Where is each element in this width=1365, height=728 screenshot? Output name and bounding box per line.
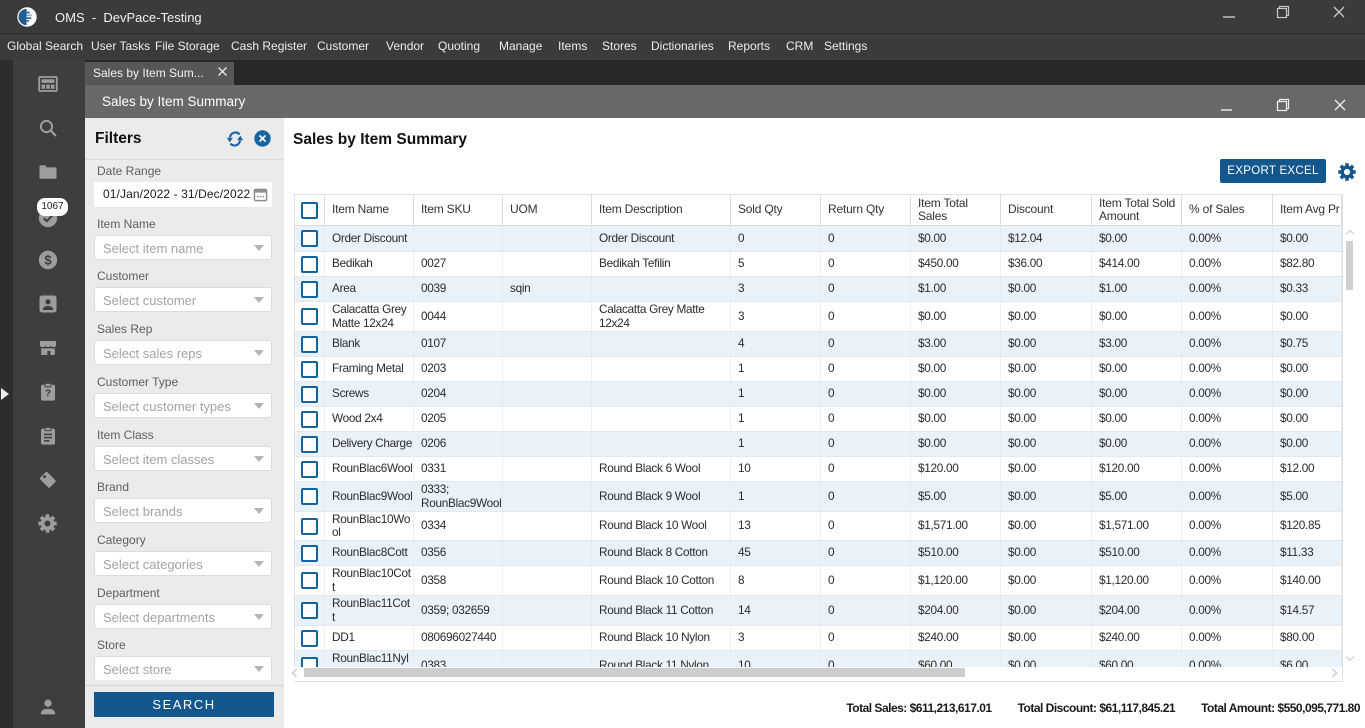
- svg-text:?: ?: [45, 387, 51, 399]
- svg-text:$: $: [44, 253, 52, 268]
